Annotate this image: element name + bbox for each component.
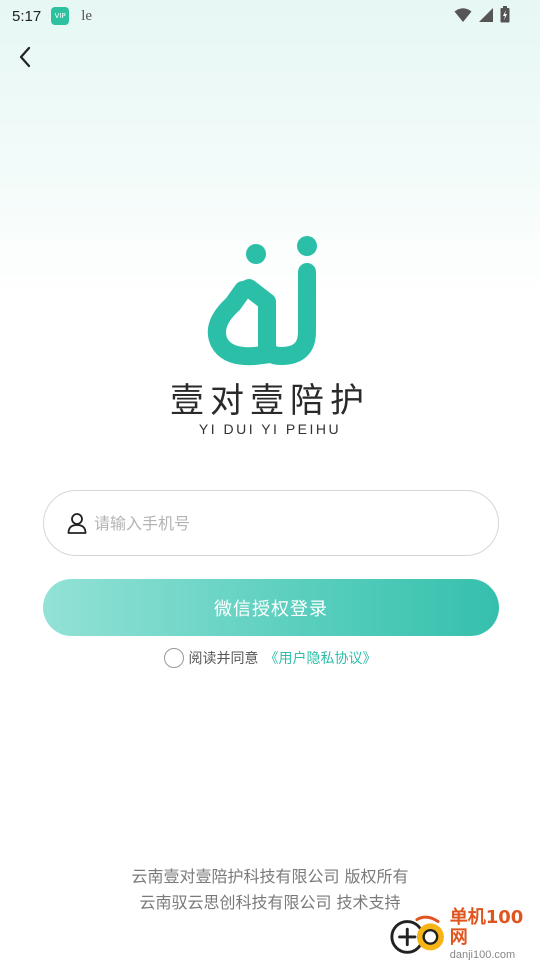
status-time: 5:17 [12, 7, 42, 25]
wechat-login-button[interactable]: 微信授权登录 [43, 579, 499, 636]
agreement-row: 阅读并同意 《用户隐私协议》 [0, 648, 540, 668]
phone-field[interactable] [43, 490, 499, 556]
back-button[interactable] [10, 42, 40, 72]
brand-name-cn: 壹对壹陪护 [170, 381, 370, 421]
user-icon [67, 513, 87, 534]
battery-icon [500, 6, 510, 23]
status-indicators [454, 6, 510, 23]
agree-text: 阅读并同意 [188, 651, 259, 667]
status-bar: 5:17 VIP le [0, 0, 540, 32]
watermark-logo-icon [390, 915, 444, 954]
app-badge-icon: VIP [51, 7, 70, 25]
wifi-icon [454, 7, 472, 22]
privacy-agreement-link[interactable]: 《用户隐私协议》 [265, 648, 377, 668]
watermark-url: danji100.com [449, 949, 516, 960]
le-icon: le [81, 7, 93, 24]
watermark-title: 单机100网 [449, 907, 524, 948]
phone-input[interactable] [94, 513, 454, 533]
signal-icon [479, 7, 493, 22]
chevron-left-icon [19, 46, 31, 68]
agree-radio[interactable] [163, 648, 184, 668]
brand-logo [207, 236, 317, 366]
footer-copyright: 云南壹对壹陪护科技有限公司 版权所有 [131, 867, 409, 886]
brand-name-en: YI DUI YI PEIHU [198, 421, 342, 437]
watermark: 单机100网 danji100.com [388, 908, 538, 960]
